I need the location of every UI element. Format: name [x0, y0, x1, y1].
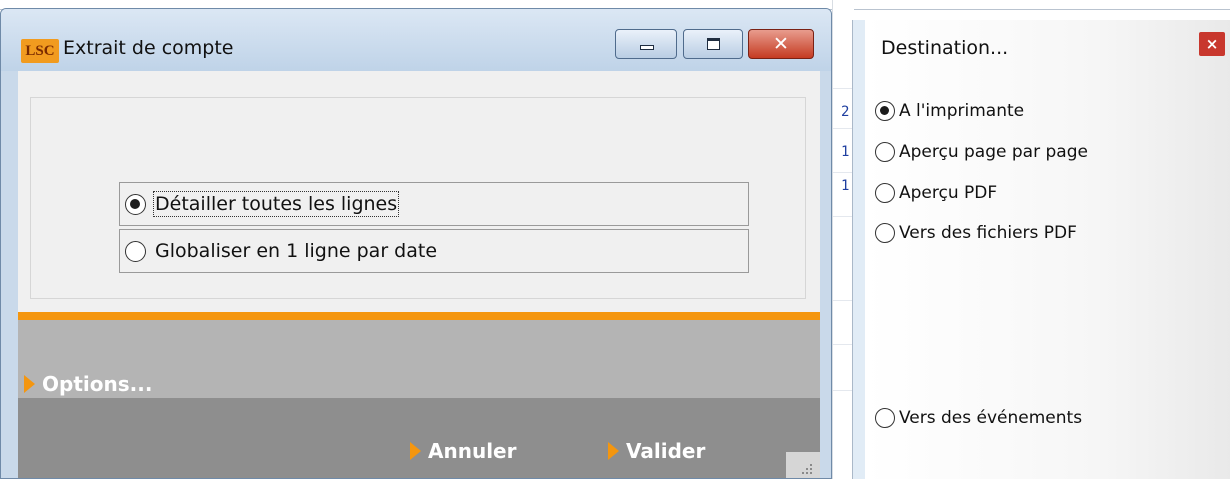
- extrait-de-compte-window: LSC Extrait de compte ✕ Détailler toutes…: [0, 8, 832, 479]
- window-title: Extrait de compte: [63, 37, 234, 59]
- pdf-files-radio[interactable]: [875, 223, 895, 243]
- background-text: 1: [841, 178, 850, 194]
- detail-all-lines-label[interactable]: Détailler toutes les lignes: [152, 191, 400, 217]
- grip-dot: [810, 472, 812, 474]
- minimize-icon: [640, 45, 654, 50]
- dialog-body: Détailler toutes les lignes Globaliser e…: [18, 71, 820, 478]
- background-text: 1: [841, 144, 850, 160]
- page-preview-radio[interactable]: [875, 142, 895, 162]
- group-by-date-radio[interactable]: [125, 241, 146, 262]
- destination-close-button[interactable]: ×: [1199, 32, 1225, 56]
- grip-dot: [810, 468, 812, 470]
- detail-mode-group: Détailler toutes les lignes Globaliser e…: [30, 97, 806, 299]
- cancel-label: Annuler: [428, 439, 517, 463]
- validate-label: Valider: [626, 439, 706, 463]
- resize-grip-icon[interactable]: [786, 452, 820, 478]
- page-preview-label[interactable]: Aperçu page par page: [899, 142, 1088, 162]
- pdf-preview-radio[interactable]: [875, 183, 895, 203]
- title-bar[interactable]: LSC Extrait de compte ✕: [1, 9, 831, 71]
- grip-dot: [806, 472, 808, 474]
- grip-dot: [810, 464, 812, 466]
- options-label: Options...: [42, 372, 153, 396]
- pdf-preview-label[interactable]: Aperçu PDF: [899, 183, 997, 203]
- background-text: 2: [841, 104, 850, 120]
- detail-all-lines-radio[interactable]: [125, 194, 146, 215]
- maximize-button[interactable]: [683, 29, 743, 59]
- cancel-button[interactable]: Annuler: [410, 440, 550, 464]
- arrow-right-icon: [24, 375, 35, 393]
- validate-button[interactable]: Valider: [608, 440, 738, 464]
- background-app-strip: 2 1 1: [832, 0, 855, 479]
- destination-title: Destination...: [881, 37, 1009, 59]
- printer-label[interactable]: A l'imprimante: [899, 101, 1024, 121]
- maximize-icon: [707, 38, 720, 50]
- lsc-logo-icon: LSC: [21, 39, 59, 63]
- events-label[interactable]: Vers des événements: [899, 408, 1082, 428]
- grip-dot: [802, 472, 804, 474]
- grip-dot: [806, 468, 808, 470]
- minimize-button[interactable]: [615, 29, 677, 59]
- destination-window: Destination... × A l'imprimante Aperçu p…: [852, 20, 1230, 479]
- close-button[interactable]: ✕: [748, 29, 814, 59]
- printer-radio[interactable]: [875, 101, 895, 121]
- group-by-date-label[interactable]: Globaliser en 1 ligne par date: [155, 240, 437, 262]
- arrow-right-icon: [608, 442, 619, 460]
- close-icon: ✕: [773, 33, 789, 55]
- options-button[interactable]: Options...: [24, 373, 184, 397]
- accent-divider: [18, 312, 820, 320]
- arrow-right-icon: [410, 442, 421, 460]
- pdf-files-label[interactable]: Vers des fichiers PDF: [899, 223, 1077, 243]
- destination-body: Destination... × A l'imprimante Aperçu p…: [865, 20, 1230, 479]
- detail-all-lines-option[interactable]: Détailler toutes les lignes: [119, 182, 749, 226]
- events-radio[interactable]: [875, 408, 895, 428]
- group-by-date-option[interactable]: Globaliser en 1 ligne par date: [119, 229, 749, 273]
